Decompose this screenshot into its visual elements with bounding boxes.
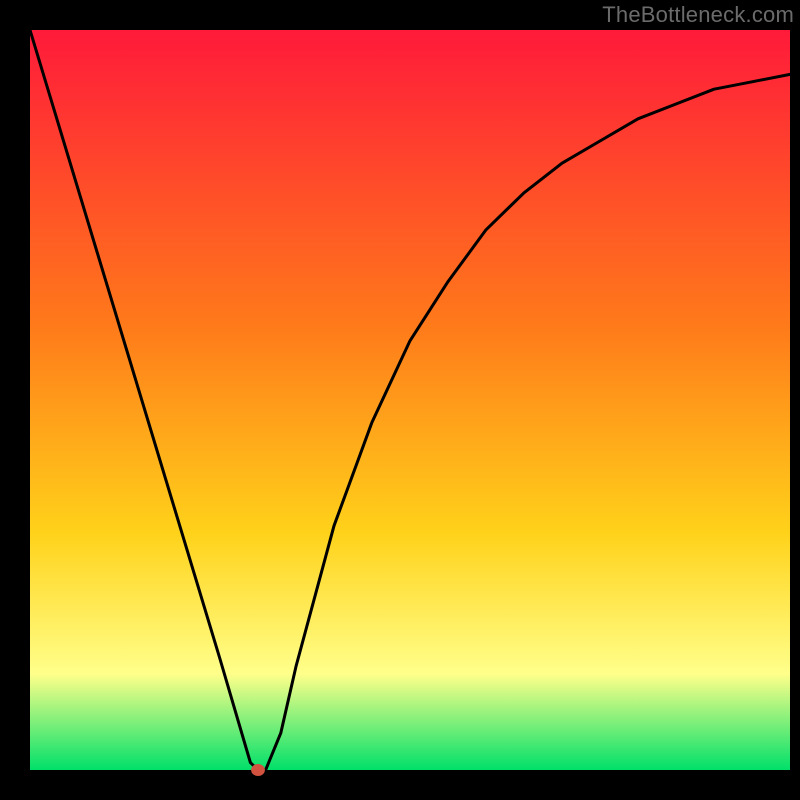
plot-background (30, 30, 790, 770)
optimum-marker (251, 764, 265, 776)
chart-container: { "watermark": "TheBottleneck.com", "cha… (0, 0, 800, 800)
watermark-text: TheBottleneck.com (602, 2, 794, 28)
chart-svg (0, 0, 800, 800)
